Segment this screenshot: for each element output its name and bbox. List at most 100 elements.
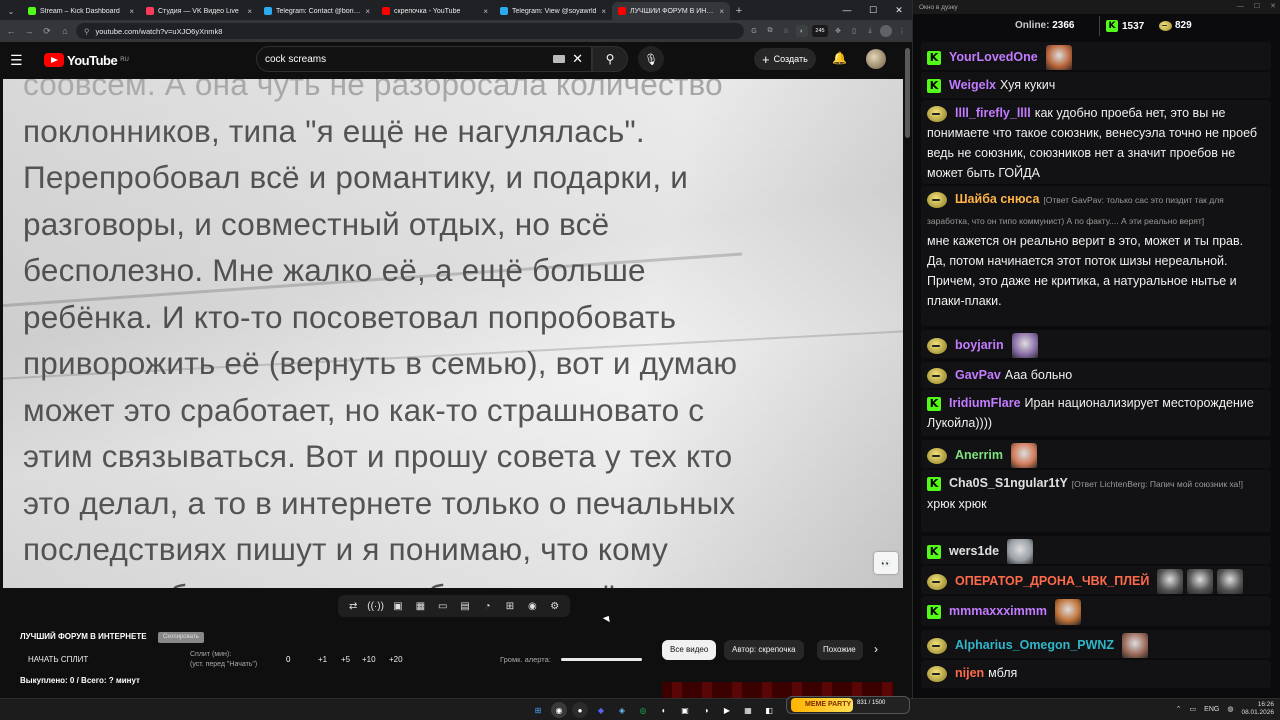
increment-20-button[interactable]: +20	[389, 655, 403, 664]
search-button[interactable]: ⚲	[592, 46, 628, 72]
maximize-icon[interactable]: ☐	[860, 0, 886, 20]
clock[interactable]: 16:26 08.01.2026	[1241, 701, 1274, 717]
stream-icon[interactable]: ((·))	[367, 601, 385, 612]
app-icon[interactable]: ◐	[656, 702, 672, 718]
app-icon[interactable]: ◑	[698, 702, 714, 718]
obs-icon[interactable]: ●	[572, 702, 588, 718]
close-icon[interactable]: ×	[129, 7, 134, 16]
screenshot-icon[interactable]: ◉	[523, 601, 541, 612]
extension-icon[interactable]: ◐	[796, 25, 808, 37]
increment-5-button[interactable]: +5	[341, 655, 350, 664]
chat-username[interactable]: Cha0S_S1ngular1tY	[949, 476, 1068, 490]
close-icon[interactable]: ×	[247, 7, 252, 16]
miniplayer-icon[interactable]: ▣	[389, 601, 407, 612]
chip-related[interactable]: Похожие	[817, 640, 863, 660]
meme-party-widget[interactable]: MEME PARTY 831 / 1500	[786, 696, 910, 714]
forward-icon[interactable]: →	[22, 26, 36, 36]
menu-icon[interactable]: ☰	[10, 52, 34, 69]
close-icon[interactable]: ×	[601, 7, 606, 16]
chrome-icon[interactable]: ◉	[551, 702, 567, 718]
alert-volume-slider[interactable]	[561, 658, 642, 661]
keyboard-icon[interactable]	[553, 55, 565, 63]
chat-username[interactable]: GavPav	[955, 368, 1001, 382]
chat-username[interactable]: Weigelx	[949, 78, 996, 92]
url-field[interactable]: ⚲ youtube.com/watch?v=uXJO6yXnmk8	[76, 23, 744, 39]
close-icon[interactable]: ×	[365, 7, 370, 16]
new-tab-button[interactable]: +	[730, 2, 748, 20]
google-lens-icon[interactable]: G	[748, 25, 760, 37]
video-player[interactable]: соовсем. А она чуть не разбросала количе…	[3, 79, 903, 588]
minimize-icon[interactable]: —	[1237, 0, 1244, 14]
notifications-bell-icon[interactable]: 🔔	[832, 51, 847, 65]
home-icon[interactable]: ⌂	[58, 26, 72, 36]
clear-search-icon[interactable]: ✕	[572, 51, 583, 67]
youtube-logo[interactable]: YouTube RU	[44, 53, 129, 68]
tab-3[interactable]: скрепочка - YouTube ×	[376, 2, 494, 20]
extension-badge-icon[interactable]: 245	[812, 25, 828, 37]
increment-10-button[interactable]: +10	[362, 655, 376, 664]
speed-icon[interactable]: ◔	[479, 601, 497, 612]
copy-badge[interactable]: Скопировать	[158, 632, 204, 643]
app-icon[interactable]: ▦	[740, 702, 756, 718]
chat-username[interactable]: YourLovedOne	[949, 50, 1038, 64]
puzzle-icon[interactable]: ✥	[832, 25, 844, 37]
chat-username[interactable]: boyjarin	[955, 338, 1004, 352]
network-icon[interactable]: ▭	[1190, 705, 1197, 713]
maximize-icon[interactable]: ☐	[1254, 0, 1260, 14]
lang-indicator[interactable]: ENG	[1204, 706, 1219, 713]
chat-username[interactable]: wers1de	[949, 544, 999, 558]
chat-username[interactable]: Alpharius_Omegon_PWNZ	[955, 638, 1114, 652]
tab-4[interactable]: Telegram: View @soyawrld ×	[494, 2, 612, 20]
subtitles-icon[interactable]: ▤	[456, 601, 474, 612]
close-icon[interactable]: ✕	[1270, 0, 1276, 14]
create-button[interactable]: + Создать	[754, 48, 816, 70]
app-icon[interactable]: ◧	[761, 702, 777, 718]
tab-1[interactable]: Студия — VK Видео Live ×	[140, 2, 258, 20]
tab-5[interactable]: ЛУЧШИЙ ФОРУМ В ИНТЕРНЕ×	[612, 2, 730, 20]
app-icon[interactable]: ▣	[677, 702, 693, 718]
menu-icon[interactable]: ⋮	[896, 25, 908, 37]
add-icon[interactable]: ⊞	[501, 601, 519, 612]
increment-1-button[interactable]: +1	[318, 655, 327, 664]
voice-search-button[interactable]: 🎙	[638, 46, 664, 72]
chat-username[interactable]: IridiumFlare	[949, 396, 1021, 410]
clip-icon[interactable]: ▦	[411, 601, 429, 612]
volume-icon[interactable]: ◍	[1227, 705, 1233, 713]
tab-0[interactable]: Stream – Kick Dashboard ×	[22, 2, 140, 20]
split-value[interactable]: 0	[286, 655, 290, 664]
chat-username[interactable]: mmmaxxximmm	[949, 604, 1047, 618]
close-icon[interactable]: ×	[719, 7, 724, 16]
discord-icon[interactable]: ◆	[593, 702, 609, 718]
theater-icon[interactable]: ▭	[434, 601, 452, 612]
tab-search-icon[interactable]: ⌄	[0, 2, 22, 20]
profile-icon[interactable]	[880, 25, 892, 37]
chat-username[interactable]: llll_firefly_llll	[955, 106, 1031, 120]
reload-icon[interactable]: ⟳	[40, 26, 54, 37]
sidebar-icon[interactable]: ▯	[848, 25, 860, 37]
back-icon[interactable]: ←	[4, 26, 18, 36]
minimize-icon[interactable]: —	[834, 0, 860, 20]
start-split-button[interactable]: НАЧАТЬ СПЛИТ	[28, 655, 88, 664]
spotify-icon[interactable]: ◎	[635, 702, 651, 718]
chip-author[interactable]: Автор: скрепочка	[724, 640, 804, 660]
loop-icon[interactable]: ⇄	[344, 601, 362, 612]
chip-all-videos[interactable]: Все видео	[662, 640, 717, 660]
chat-username[interactable]: Anerrim	[955, 448, 1003, 462]
install-app-icon[interactable]: ⧉	[764, 25, 776, 37]
chat-username[interactable]: nijen	[955, 666, 984, 680]
close-window-icon[interactable]: ✕	[886, 0, 912, 20]
chevron-up-icon[interactable]: ⌃	[1176, 705, 1182, 713]
site-info-icon[interactable]: ⚲	[84, 27, 90, 36]
settings-gear-icon[interactable]: ⚙	[546, 601, 564, 612]
chevron-right-icon[interactable]: ›	[874, 642, 878, 656]
close-icon[interactable]: ×	[483, 7, 488, 16]
chat-username[interactable]: ОПЕРАТОР_ДРОНА_ЧВК_ПЛЕЙ	[955, 574, 1149, 588]
steam-icon[interactable]: ◈	[614, 702, 630, 718]
download-icon[interactable]: ⤓	[864, 25, 876, 37]
eyes-emoji-icon[interactable]: 👀	[874, 552, 898, 574]
avatar[interactable]	[866, 49, 886, 69]
windows-start-icon[interactable]: ⊞	[530, 702, 546, 718]
app-icon[interactable]: ▶	[719, 702, 735, 718]
tab-2[interactable]: Telegram: Contact @boris_rock ×	[258, 2, 376, 20]
page-scrollbar[interactable]	[905, 48, 910, 138]
